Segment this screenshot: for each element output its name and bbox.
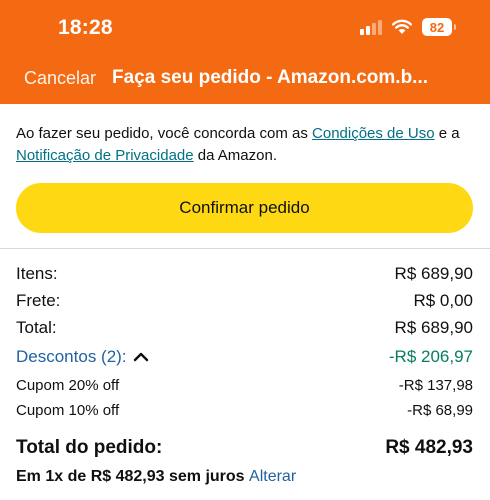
- battery-level: 82: [429, 19, 445, 35]
- discounts-toggle[interactable]: Descontos (2):: [16, 347, 149, 367]
- status-icons: 82: [360, 18, 456, 36]
- conditions-of-use-link[interactable]: Condições de Uso: [312, 125, 435, 142]
- coupon-row: Cupom 20% off -R$ 137,98: [16, 377, 473, 394]
- summary-row-total: Total: R$ 689,90: [16, 318, 473, 338]
- coupon-value: -R$ 68,99: [407, 402, 473, 419]
- discounts-label: Descontos (2):: [16, 347, 127, 366]
- divider: [0, 248, 490, 249]
- items-value: R$ 689,90: [394, 264, 473, 283]
- wifi-icon: [392, 19, 412, 34]
- cancel-button[interactable]: Cancelar: [24, 68, 96, 89]
- installment-text: Em 1x de R$ 482,93 sem juros: [16, 468, 245, 485]
- order-total-value: R$ 482,93: [385, 437, 473, 458]
- coupon-label: Cupom 10% off: [16, 402, 120, 419]
- total-value: R$ 689,90: [394, 318, 473, 337]
- shipping-value: R$ 0,00: [413, 291, 473, 310]
- confirm-order-button[interactable]: Confirmar pedido: [16, 183, 473, 233]
- coupon-label: Cupom 20% off: [16, 377, 120, 394]
- chevron-up-icon: [133, 352, 148, 362]
- items-label: Itens:: [16, 264, 58, 283]
- installment-info: Em 1x de R$ 482,93 sem juros Alterar: [16, 468, 296, 486]
- discounts-value: -R$ 206,97: [388, 347, 473, 366]
- privacy-notice-link[interactable]: Notificação de Privacidade: [16, 147, 194, 164]
- summary-row-discounts[interactable]: Descontos (2): -R$ 206,97: [16, 347, 473, 367]
- terms-prefix: Ao fazer seu pedido, você concorda com a…: [16, 125, 313, 142]
- terms-suffix: da Amazon.: [193, 147, 277, 164]
- terms-text: Ao fazer seu pedido, você concorda com a…: [16, 123, 478, 167]
- app-header: 18:28 82 Cancelar Faça seu pedido - Amaz…: [0, 0, 490, 104]
- terms-middle: e a: [434, 125, 460, 142]
- order-total-label: Total do pedido:: [16, 437, 163, 458]
- order-total-row: Total do pedido: R$ 482,93: [16, 437, 473, 459]
- page-title: Faça seu pedido - Amazon.com.b...: [112, 67, 429, 88]
- status-time: 18:28: [58, 16, 113, 39]
- summary-row-shipping: Frete: R$ 0,00: [16, 291, 473, 311]
- coupon-row: Cupom 10% off -R$ 68,99: [16, 402, 473, 419]
- cellular-signal-icon: [360, 19, 382, 35]
- total-label: Total:: [16, 318, 57, 337]
- summary-row-items: Itens: R$ 689,90: [16, 264, 473, 284]
- coupon-value: -R$ 137,98: [398, 377, 473, 394]
- alter-installment-link[interactable]: Alterar: [249, 468, 296, 485]
- shipping-label: Frete:: [16, 291, 61, 310]
- battery-icon: 82: [422, 18, 456, 36]
